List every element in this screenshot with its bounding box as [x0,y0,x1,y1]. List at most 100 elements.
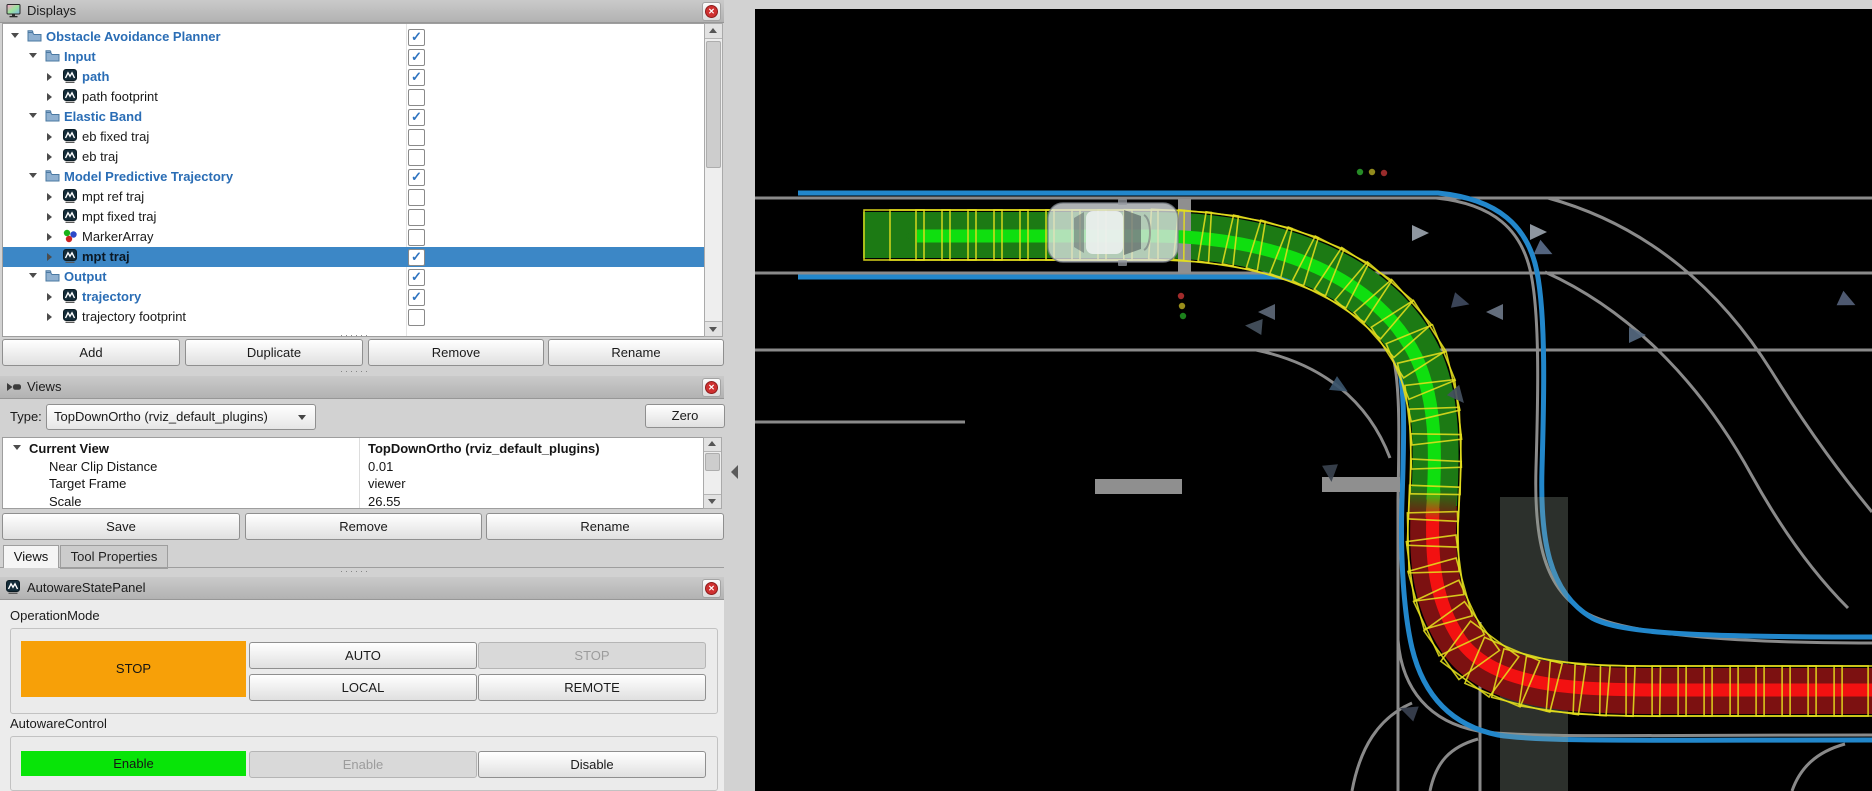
tree-row-path-footprint[interactable]: path footprint [3,87,705,107]
scroll-down-icon[interactable] [705,321,722,336]
enabled-checkbox[interactable] [408,189,425,206]
autoware-panel-title: AutowareStatePanel [27,580,146,595]
enabled-checkbox[interactable]: ✓ [408,269,425,286]
enabled-checkbox[interactable] [408,229,425,246]
expander-open-icon[interactable] [29,273,37,278]
views-panel-header[interactable]: Views ✕ [0,376,724,399]
expander-open-icon[interactable] [29,53,37,58]
tabbar-baseline [0,567,724,568]
enabled-checkbox[interactable]: ✓ [408,169,425,186]
tree-row-obstacle-avoidance-planner[interactable]: Obstacle Avoidance Planner✓ [3,27,705,47]
views-close-button[interactable]: ✕ [702,378,721,397]
enabled-checkbox[interactable] [408,89,425,106]
render-viewport[interactable] [755,9,1872,791]
tree-row-path[interactable]: path✓ [3,67,705,87]
property-name: Near Clip Distance [49,459,157,474]
expander-closed-icon[interactable] [47,133,52,141]
view-type-select[interactable]: TopDownOrtho (rviz_default_plugins) [46,404,316,430]
views-remove-button[interactable]: Remove [245,513,482,540]
enabled-checkbox[interactable] [408,129,425,146]
enabled-checkbox[interactable] [408,309,425,326]
autoware-icon [63,309,77,327]
expander-closed-icon[interactable] [47,193,52,201]
displays-panel-header[interactable]: Displays ✕ [0,0,724,23]
expander-open-icon[interactable] [29,113,37,118]
displays-duplicate-button[interactable]: Duplicate [185,339,363,366]
tree-row-trajectory-footprint[interactable]: trajectory footprint [3,307,705,327]
tree-row-eb-traj[interactable]: eb traj [3,147,705,167]
enabled-checkbox[interactable]: ✓ [408,249,425,266]
displays-tree-scrollbar[interactable] [704,23,723,337]
expander-closed-icon[interactable] [47,233,52,241]
property-value[interactable]: TopDownOrtho (rviz_default_plugins) [368,441,600,456]
property-value[interactable]: 0.01 [368,459,393,474]
current-view-properties[interactable]: Current View TopDownOrtho (rviz_default_p… [2,437,704,509]
expander-closed-icon[interactable] [47,313,52,321]
zero-button[interactable]: Zero [645,404,725,428]
tree-row-model-predictive-trajectory[interactable]: Model Predictive Trajectory ✓ [3,167,705,187]
panel-splitter-arrow[interactable] [731,465,738,479]
scroll-up-icon[interactable] [705,24,722,39]
enabled-checkbox[interactable] [408,209,425,226]
displays-close-button[interactable]: ✕ [702,2,721,21]
displays-remove-button[interactable]: Remove [368,339,544,366]
splitter-handle[interactable]: ······ [340,330,370,340]
tree-row-label: eb fixed traj [82,129,149,144]
enabled-checkbox[interactable]: ✓ [408,109,425,126]
expander-closed-icon[interactable] [47,93,52,101]
stop-line-bar [1095,479,1182,494]
views-save-button[interactable]: Save [2,513,240,540]
autoware-icon [63,89,77,107]
enabled-checkbox[interactable]: ✓ [408,69,425,86]
tree-row-markerarray[interactable]: MarkerArray [3,227,705,247]
displays-rename-button[interactable]: Rename [548,339,724,366]
tree-row-input[interactable]: Input✓ [3,47,705,67]
autoware-panel-header[interactable]: AutowareStatePanel ✕ [0,577,724,600]
scroll-up-icon[interactable] [704,438,721,452]
tree-row-mpt-fixed-traj[interactable]: mpt fixed traj [3,207,705,227]
tab-tool-properties[interactable]: Tool Properties [60,545,168,569]
expander-open-icon[interactable] [13,445,21,450]
opmode-local-button[interactable]: LOCAL [249,674,477,701]
property-row-target-frame[interactable]: Target Frameviewer [3,475,703,493]
scrollbar-thumb[interactable] [705,453,720,471]
property-row-near-clip-distance[interactable]: Near Clip Distance 0.01 [3,458,703,476]
expander-closed-icon[interactable] [47,293,52,301]
expander-closed-icon[interactable] [47,213,52,221]
views-scrollbar[interactable] [703,437,722,509]
tree-row-label: Model Predictive Trajectory [64,169,233,184]
scrollbar-thumb[interactable] [706,41,721,168]
tree-row-output[interactable]: Output✓ [3,267,705,287]
property-value[interactable]: viewer [368,476,406,491]
expander-closed-icon[interactable] [47,73,52,81]
displays-add-button[interactable]: Add [2,339,180,366]
tree-row-elastic-band[interactable]: Elastic Band✓ [3,107,705,127]
folder-icon [45,109,60,125]
opmode-remote-button[interactable]: REMOTE [478,674,706,701]
expander-open-icon[interactable] [29,173,37,178]
autoware-icon [6,580,22,596]
expander-closed-icon[interactable] [47,153,52,161]
splitter-handle[interactable]: ······ [340,366,370,376]
tree-row-mpt-ref-traj[interactable]: mpt ref traj [3,187,705,207]
enabled-checkbox[interactable]: ✓ [408,29,425,46]
scroll-down-icon[interactable] [704,494,721,508]
enabled-checkbox[interactable]: ✓ [408,289,425,306]
opmode-auto-button[interactable]: AUTO [249,642,477,669]
awctl-disable-button[interactable]: Disable [478,751,706,778]
property-row-scale[interactable]: Scale26.55 [3,493,703,510]
autoware-close-button[interactable]: ✕ [702,579,721,598]
tree-row-trajectory[interactable]: trajectory✓ [3,287,705,307]
property-name: Current View [29,441,109,456]
displays-tree[interactable]: Obstacle Avoidance Planner✓Input✓path✓pa… [2,23,706,337]
expander-closed-icon[interactable] [47,253,52,261]
expander-open-icon[interactable] [11,33,19,38]
tree-row-mpt-traj[interactable]: mpt traj✓ [3,247,705,267]
tree-row-eb-fixed-traj[interactable]: eb fixed traj [3,127,705,147]
property-row-current-view[interactable]: Current View TopDownOrtho (rviz_default_p… [3,440,703,458]
property-value[interactable]: 26.55 [368,494,401,509]
enabled-checkbox[interactable]: ✓ [408,49,425,66]
tab-views[interactable]: Views [3,545,59,568]
views-rename-button[interactable]: Rename [486,513,724,540]
enabled-checkbox[interactable] [408,149,425,166]
